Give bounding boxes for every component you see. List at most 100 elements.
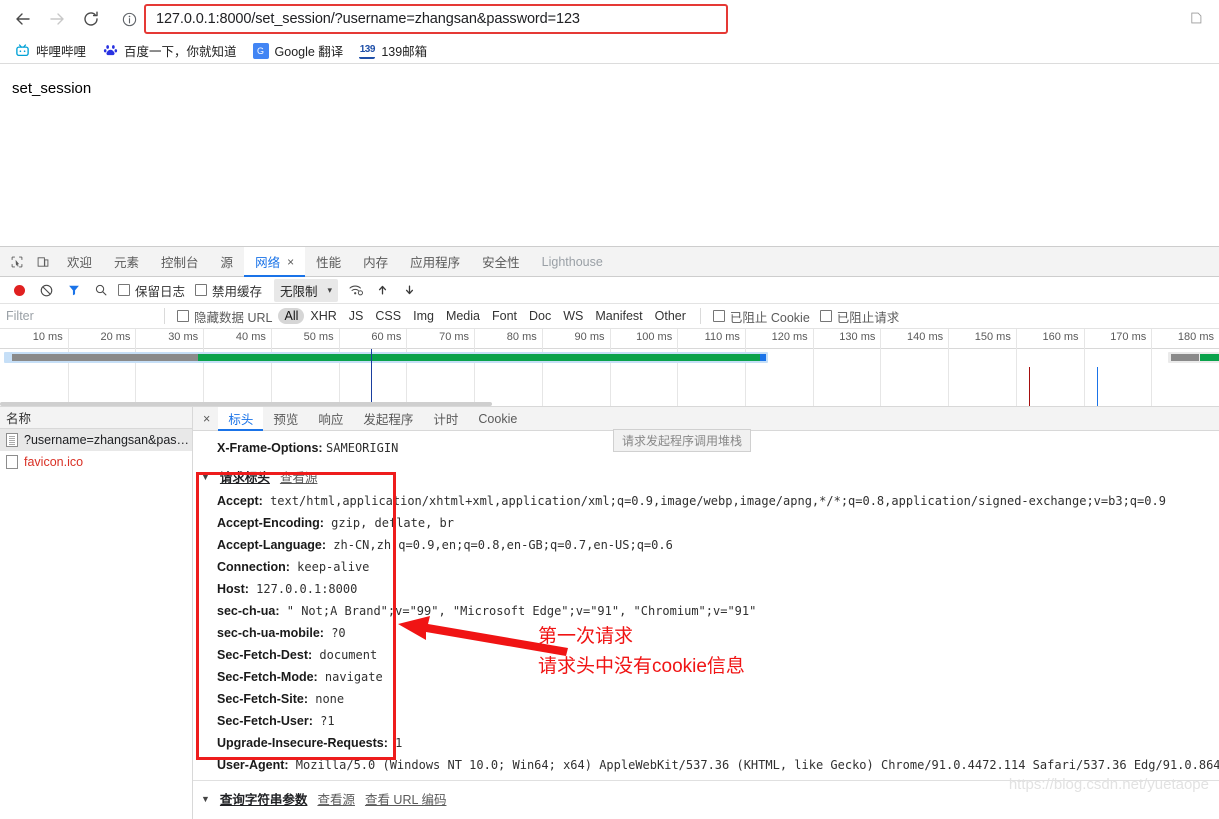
- throttling-dropdown[interactable]: 无限制 ▾: [274, 278, 339, 302]
- tab-welcome[interactable]: 欢迎: [56, 247, 103, 276]
- waterfall-segment-end: [760, 354, 766, 361]
- hide-data-urls-checkbox[interactable]: 隐藏数据 URL: [177, 307, 272, 326]
- record-button[interactable]: [6, 278, 33, 302]
- second-dom-marker: [1097, 367, 1098, 406]
- tab-memory[interactable]: 内存: [352, 247, 399, 276]
- tab-security[interactable]: 安全性: [471, 247, 531, 276]
- header-value: keep-alive: [289, 560, 370, 574]
- tab-label: 控制台: [161, 256, 199, 270]
- detail-tab-cookies[interactable]: Cookie: [468, 407, 527, 430]
- tab-sources[interactable]: 源: [210, 247, 245, 276]
- request-list: 名称 ?username=zhangsan&passw... favicon.i…: [0, 407, 193, 819]
- forward-button[interactable]: [40, 3, 74, 35]
- tab-application[interactable]: 应用程序: [399, 247, 471, 276]
- filter-type-js[interactable]: JS: [343, 308, 370, 324]
- preserve-log-checkbox[interactable]: 保留日志: [118, 281, 185, 300]
- filter-type-xhr[interactable]: XHR: [304, 308, 342, 324]
- header-line: sec-ch-ua-mobile: ?0: [193, 622, 1219, 644]
- close-detail-icon[interactable]: ×: [195, 407, 218, 430]
- timeline-tick-line: [1015, 329, 1017, 406]
- detail-tab-initiator[interactable]: 发起程序: [353, 407, 423, 430]
- header-line: User-Agent: Mozilla/5.0 (Windows NT 10.0…: [193, 754, 1219, 776]
- tab-lighthouse[interactable]: Lighthouse: [531, 247, 614, 276]
- request-row-main[interactable]: ?username=zhangsan&passw...: [0, 429, 192, 451]
- timeline-tick-line: [1151, 329, 1153, 406]
- google-translate-icon: G: [252, 42, 269, 59]
- bookmark-139mail[interactable]: 139 139邮箱: [351, 39, 435, 62]
- site-info-icon[interactable]: [114, 4, 144, 34]
- timeline-tick-line: [338, 329, 340, 406]
- back-button[interactable]: [6, 3, 40, 35]
- header-line: Accept-Language: zh-CN,zh;q=0.9,en;q=0.8…: [193, 534, 1219, 556]
- inspect-element-icon[interactable]: [4, 247, 30, 276]
- waterfall-segment-download: [198, 354, 760, 361]
- checkbox-box: [819, 310, 832, 322]
- filter-type-doc[interactable]: Doc: [523, 308, 557, 324]
- bookmark-baidu[interactable]: 百度一下，你就知道: [94, 39, 245, 62]
- import-har-button[interactable]: [369, 278, 396, 302]
- filter-type-font[interactable]: Font: [486, 308, 523, 324]
- request-row-favicon[interactable]: favicon.ico: [0, 451, 192, 473]
- detail-tab-timing[interactable]: 计时: [423, 407, 468, 430]
- timeline-tick-label: 100 ms: [636, 331, 673, 343]
- triangle-down-icon: ▼: [201, 793, 210, 804]
- disable-cache-label: 禁用缓存: [212, 284, 263, 299]
- section-label: 查询字符串参数: [219, 793, 308, 807]
- header-key: Upgrade-Insecure-Requests:: [217, 736, 388, 750]
- filter-type-other[interactable]: Other: [649, 308, 692, 324]
- view-url-encoded-link[interactable]: 查看 URL 编码: [365, 789, 447, 808]
- address-bar-input[interactable]: 127.0.0.1:8000/set_session/?username=zha…: [144, 4, 728, 34]
- column-header-name: 名称: [6, 412, 32, 426]
- timeline-tick-line: [135, 329, 137, 406]
- blocked-cookies-checkbox[interactable]: 已阻止 Cookie: [712, 307, 810, 326]
- device-toolbar-icon[interactable]: [30, 247, 56, 276]
- collections-icon[interactable]: [1189, 11, 1203, 28]
- tab-network[interactable]: 网络 ×: [244, 247, 306, 277]
- network-conditions-button[interactable]: [342, 278, 369, 302]
- filter-toggle-button[interactable]: [60, 278, 87, 302]
- navigation-bar: 127.0.0.1:8000/set_session/?username=zha…: [0, 0, 1219, 38]
- timeline-tick-label: 120 ms: [771, 331, 808, 343]
- filter-type-all[interactable]: All: [278, 308, 305, 324]
- devtools-panel: 欢迎 元素 控制台 源 网络 × 性能 内存 应用程序 安全性 Lighthou…: [0, 246, 1219, 819]
- detail-tab-response[interactable]: 响应: [308, 407, 353, 430]
- timeline-horizontal-scrollbar[interactable]: [0, 402, 492, 406]
- filter-type-ws[interactable]: WS: [557, 308, 589, 324]
- tab-elements[interactable]: 元素: [103, 247, 150, 276]
- filter-type-css[interactable]: CSS: [369, 308, 407, 324]
- network-timeline-overview[interactable]: 10 ms 20 ms 30 ms 40 ms 50 ms 60 ms 70 ms 80 ms…: [0, 329, 1219, 407]
- header-line: Sec-Fetch-User: ?1: [193, 710, 1219, 732]
- detail-tabbar: × 标头 预览 响应 发起程序 计时 Cookie: [193, 407, 1219, 431]
- tab-console[interactable]: 控制台: [150, 247, 210, 276]
- tab-performance[interactable]: 性能: [305, 247, 352, 276]
- bookmark-google-translate[interactable]: G Google 翻译: [245, 39, 352, 62]
- view-source-link[interactable]: 查看源: [280, 467, 318, 486]
- filter-type-manifest[interactable]: Manifest: [589, 308, 648, 324]
- load-event-marker: [1029, 367, 1030, 406]
- filter-input[interactable]: Filter: [6, 309, 156, 323]
- close-icon[interactable]: ×: [287, 255, 294, 269]
- export-har-button[interactable]: [396, 278, 423, 302]
- header-key: Accept:: [217, 494, 263, 508]
- clear-button[interactable]: [33, 278, 60, 302]
- detail-tab-preview[interactable]: 预览: [263, 407, 308, 430]
- timeline-tick-label: 110 ms: [704, 331, 740, 343]
- filter-type-media[interactable]: Media: [440, 308, 486, 324]
- annotation-text-line2: 请求头中没有cookie信息: [538, 656, 745, 677]
- timeline-tick-label: 140 ms: [907, 331, 944, 343]
- header-value: 127.0.0.1:8000: [248, 582, 358, 596]
- detail-tab-headers[interactable]: 标头: [218, 407, 264, 431]
- header-line: sec-ch-ua: " Not;A Brand";v="99", "Micro…: [193, 600, 1219, 622]
- bookmark-bilibili[interactable]: 哔哩哔哩: [6, 39, 94, 62]
- reload-button[interactable]: [74, 3, 108, 35]
- timeline-tick-label: 170 ms: [1110, 331, 1147, 343]
- disable-cache-checkbox[interactable]: 禁用缓存: [195, 281, 262, 300]
- search-button[interactable]: [87, 278, 114, 302]
- header-line: Sec-Fetch-Site: none: [193, 688, 1219, 710]
- timeline-tick-line: [812, 329, 814, 406]
- blocked-requests-checkbox[interactable]: 已阻止请求: [819, 307, 899, 326]
- request-headers-section-title[interactable]: ▼ 请求标头 查看源: [193, 459, 1219, 490]
- timeline-tick-label: 180 ms: [1177, 331, 1214, 343]
- view-source-link[interactable]: 查看源: [317, 789, 355, 808]
- filter-type-img[interactable]: Img: [407, 308, 440, 324]
